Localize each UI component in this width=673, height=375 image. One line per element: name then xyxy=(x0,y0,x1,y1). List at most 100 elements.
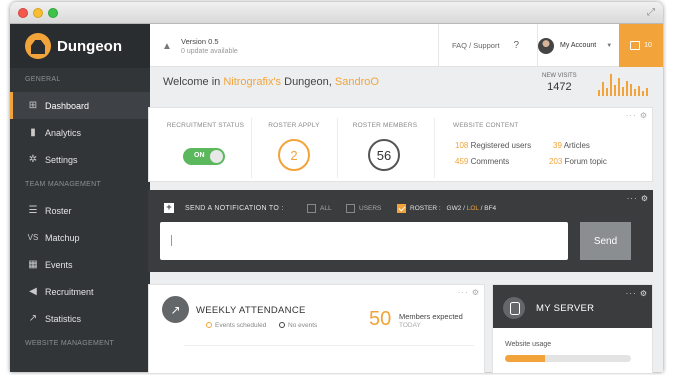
window-titlebar: ⤢ xyxy=(10,2,663,24)
articles-label: Articles xyxy=(563,141,590,150)
sidebar-item-dashboard[interactable]: ⊞ Dashboard xyxy=(10,92,150,119)
versus-icon: VS xyxy=(27,233,39,242)
notifications-button[interactable]: 10 xyxy=(619,24,663,67)
sparkline-bar xyxy=(606,88,608,96)
sidebar: Dungeon GENERAL ⊞ Dashboard ▮ Analytics … xyxy=(10,24,150,372)
roster-apply-count[interactable]: 2 xyxy=(278,139,310,171)
sidebar-item-label: Recruitment xyxy=(45,286,94,297)
sparkline-bar xyxy=(642,91,644,96)
sidebar-item-settings[interactable]: ✲ Settings xyxy=(10,146,150,173)
roster-gw2[interactable]: GW2 xyxy=(447,205,462,212)
dashboard-icon: ⊞ xyxy=(28,100,38,111)
sparkline-bar xyxy=(602,82,604,96)
send-button[interactable]: Send xyxy=(580,222,631,260)
roster-members-count[interactable]: 56 xyxy=(368,139,400,171)
sparkline-bar xyxy=(630,84,632,96)
registered-users-label: Registered users xyxy=(470,141,532,150)
sparkline-bar xyxy=(618,78,620,96)
site-owner: Nitrografix's xyxy=(223,76,282,88)
new-visits: NEW VISITS 1472 xyxy=(542,73,577,93)
server-header: ··· ⚙ MY SERVER xyxy=(493,285,652,328)
roster-separator: / xyxy=(463,205,465,212)
avatar xyxy=(538,37,554,54)
roster-checkbox[interactable] xyxy=(397,204,406,213)
new-visits-value: 1472 xyxy=(547,81,572,93)
gear-icon: ✲ xyxy=(28,154,38,165)
panel-tools-icon[interactable]: ··· ⚙ xyxy=(626,289,648,298)
section-general: GENERAL xyxy=(25,76,61,83)
sparkline-bar xyxy=(610,74,612,96)
sidebar-item-analytics[interactable]: ▮ Analytics xyxy=(10,119,150,146)
inbox-icon xyxy=(630,41,641,50)
recruitment-toggle[interactable]: ON xyxy=(183,148,225,165)
sparkline-bar xyxy=(614,85,616,96)
registered-users-stat: 108 Registered users xyxy=(455,141,531,150)
site-name: Dungeon, xyxy=(284,76,332,88)
warning-icon: ▲ xyxy=(162,41,172,52)
sidebar-item-roster[interactable]: ☰ Roster xyxy=(10,197,150,224)
plus-icon[interactable]: + xyxy=(164,203,174,213)
text-cursor xyxy=(171,235,172,246)
sidebar-item-recruitment[interactable]: ◀ Recruitment xyxy=(10,278,150,305)
sidebar-item-label: Statistics xyxy=(45,313,82,324)
legend-label: Events scheduled xyxy=(215,322,267,329)
members-expected-count: 50 xyxy=(369,308,392,330)
welcome-prefix: Welcome in xyxy=(163,76,221,88)
recruitment-status-label: RECRUITMENT STATUS xyxy=(166,122,245,129)
toggle-knob xyxy=(210,150,223,163)
registered-users-count: 108 xyxy=(455,141,469,150)
faq-label: FAQ / Support xyxy=(452,41,500,50)
comments-count: 459 xyxy=(455,157,469,166)
notification-message-input[interactable] xyxy=(160,222,568,260)
dungeon-logo-icon xyxy=(25,33,51,59)
database-icon xyxy=(503,297,525,319)
website-usage-label: Website usage xyxy=(505,341,552,348)
users-checkbox[interactable] xyxy=(346,204,355,213)
sidebar-item-events[interactable]: ▦ Events xyxy=(10,251,150,278)
divider xyxy=(434,118,435,178)
website-usage-fill xyxy=(505,355,546,362)
today-label: TODAY xyxy=(399,322,421,329)
notification-count: 10 xyxy=(644,42,652,49)
all-label: ALL xyxy=(320,205,332,212)
sidebar-item-matchup[interactable]: VS Matchup xyxy=(10,224,150,251)
brand-logo[interactable]: Dungeon xyxy=(10,24,150,68)
username: SandroO xyxy=(334,76,379,88)
help-icon: ? xyxy=(513,40,520,51)
forum-topic-count: 203 xyxy=(549,157,563,166)
top-bar: ▲ Version 0.5 0 update available FAQ / S… xyxy=(150,24,663,67)
roster-apply-label: ROSTER APPLY xyxy=(268,122,320,129)
roster-options: ROSTER : GW2 / LOL / BF4 xyxy=(410,205,496,212)
update-status[interactable]: 0 update available xyxy=(181,48,238,55)
all-checkbox[interactable] xyxy=(307,204,316,213)
account-label: My Account xyxy=(560,42,597,49)
articles-count: 39 xyxy=(553,141,562,150)
sidebar-item-statistics[interactable]: ↗ Statistics xyxy=(10,305,150,332)
zoom-window-button[interactable] xyxy=(48,8,58,18)
panel-tools-icon[interactable]: ··· ⚙ xyxy=(627,194,649,203)
sidebar-item-label: Settings xyxy=(45,154,78,165)
sparkline-bar xyxy=(626,81,628,96)
sparkline-bar xyxy=(638,86,640,96)
articles-stat: 39 Articles xyxy=(553,141,590,150)
faq-support-link[interactable]: FAQ / Support ? xyxy=(438,24,537,67)
weekly-attendance-title: WEEKLY ATTENDANCE xyxy=(196,305,306,316)
roster-lol[interactable]: LOL xyxy=(467,205,479,212)
roster-bf4[interactable]: BF4 xyxy=(484,205,496,212)
divider xyxy=(251,118,252,178)
visits-sparkline xyxy=(598,72,650,96)
list-icon: ☰ xyxy=(28,205,38,216)
sidebar-item-label: Analytics xyxy=(45,127,82,138)
fullscreen-icon[interactable]: ⤢ xyxy=(647,7,655,18)
website-usage-bar xyxy=(505,355,631,362)
panel-tools-icon[interactable]: ··· ⚙ xyxy=(458,288,480,297)
minimize-window-button[interactable] xyxy=(33,8,43,18)
panel-tools-icon[interactable]: ··· ⚙ xyxy=(626,111,648,120)
forum-topic-label: Forum topic xyxy=(564,157,607,166)
welcome-message: Welcome in Nitrografix's Dungeon, Sandro… xyxy=(163,76,379,88)
close-window-button[interactable] xyxy=(18,8,28,18)
website-content-label: WEBSITE CONTENT xyxy=(453,122,519,129)
line-chart-icon: ↗ xyxy=(28,313,38,324)
version-label: Version 0.5 xyxy=(181,37,219,46)
my-server-title: MY SERVER xyxy=(536,303,595,314)
